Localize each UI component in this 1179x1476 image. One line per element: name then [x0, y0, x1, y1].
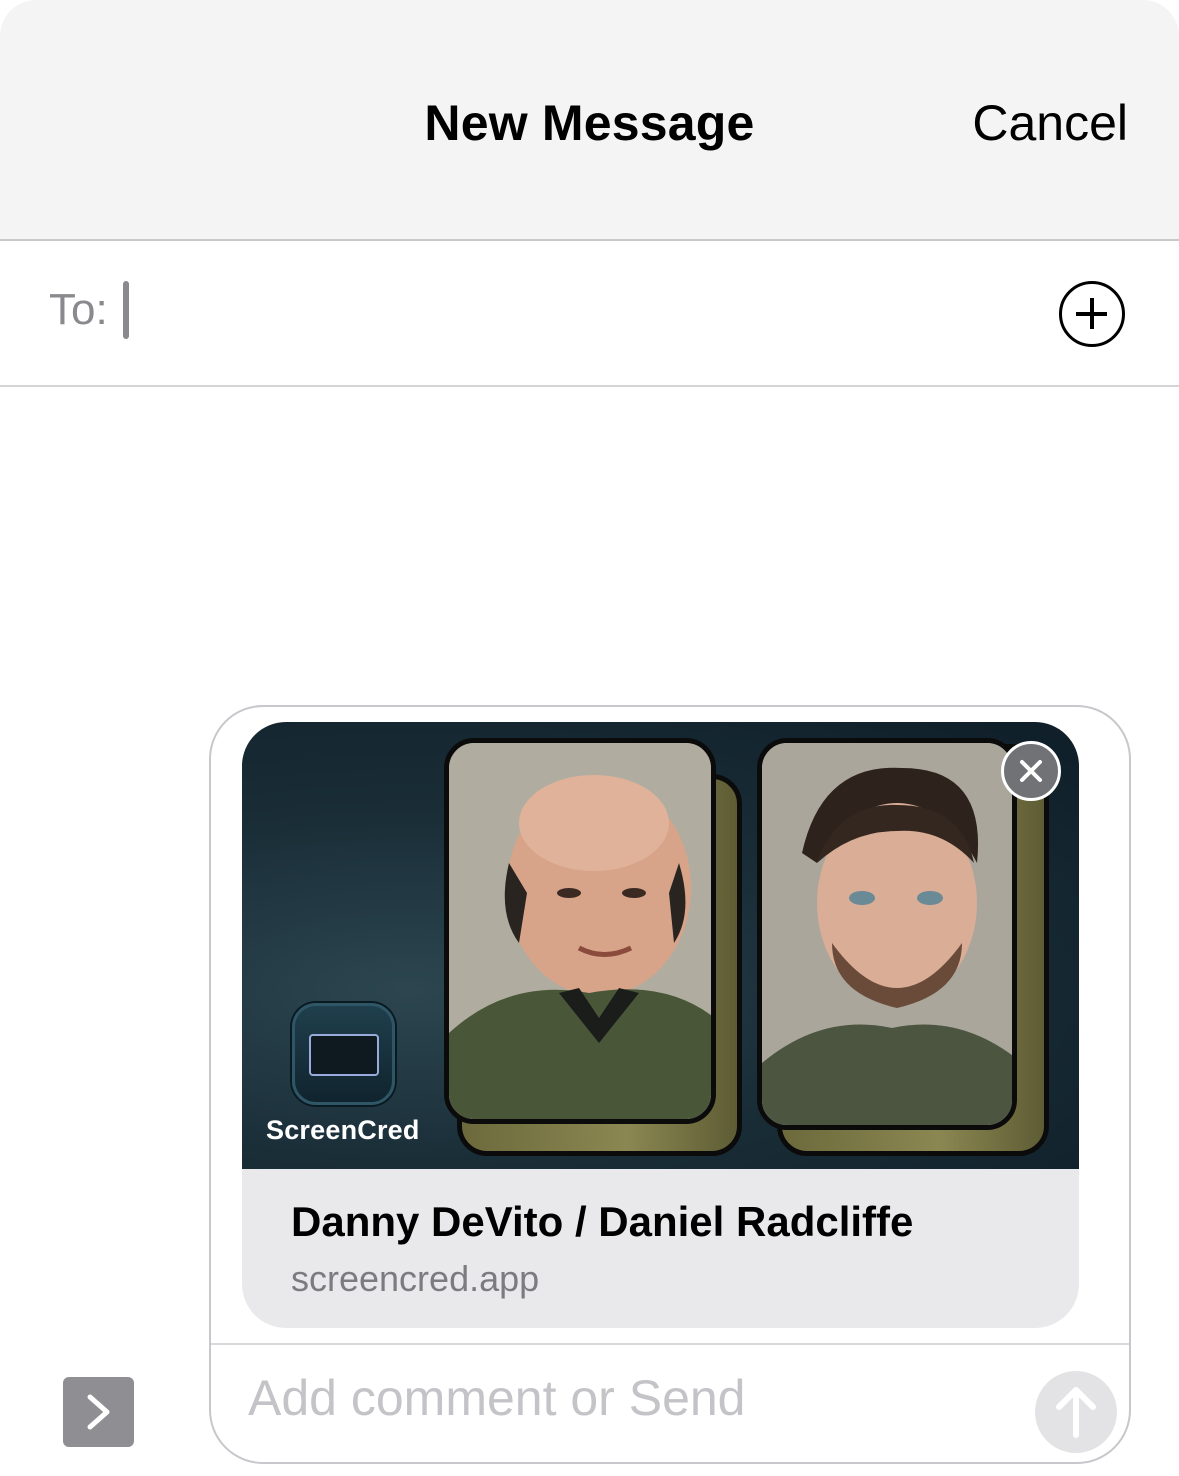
add-recipient-button[interactable]	[1059, 281, 1125, 347]
recipient-row: To:	[0, 241, 1179, 387]
portrait-image	[762, 743, 1012, 1125]
navigation-header: New Message Cancel	[0, 0, 1179, 241]
xmark-icon	[1020, 760, 1042, 782]
expand-apps-button[interactable]	[63, 1377, 134, 1447]
recipient-input[interactable]	[122, 279, 1022, 343]
chevron-right-icon	[87, 1394, 110, 1430]
link-title: Danny DeVito / Daniel Radcliffe	[291, 1198, 914, 1245]
cancel-button[interactable]: Cancel	[972, 94, 1128, 152]
person-photo-right	[757, 738, 1017, 1130]
text-cursor	[123, 281, 129, 339]
link-preview-card[interactable]: ScreenCred Danny DeVito / Daniel Radclif…	[242, 722, 1079, 1328]
app-icon	[292, 1003, 395, 1105]
portrait-image	[449, 743, 711, 1119]
arrow-up-icon	[1056, 1387, 1096, 1438]
person-photo-left	[444, 738, 716, 1124]
remove-preview-button[interactable]	[1001, 741, 1061, 801]
composer-divider	[211, 1343, 1129, 1345]
to-label: To:	[49, 285, 108, 334]
send-button[interactable]	[1035, 1371, 1117, 1453]
app-name-label: ScreenCred	[266, 1115, 420, 1145]
new-message-sheet: New Message Cancel To: ScreenCred Danny …	[0, 0, 1179, 1476]
comment-input[interactable]	[248, 1364, 1008, 1432]
link-preview-image: ScreenCred	[242, 722, 1079, 1169]
link-domain: screencred.app	[291, 1258, 540, 1299]
